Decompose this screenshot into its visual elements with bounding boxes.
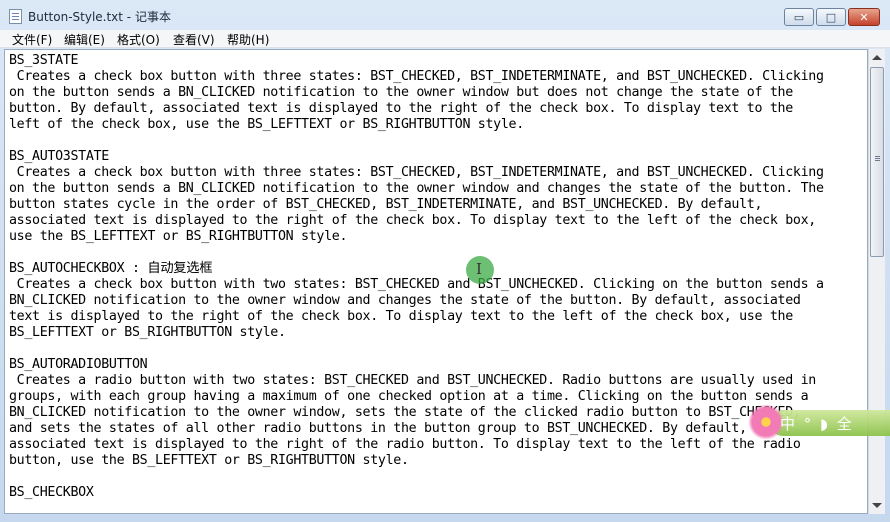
close-button[interactable]: ✕ (848, 8, 880, 26)
menu-edit[interactable]: 编辑(E) (62, 31, 107, 48)
ime-flower-icon[interactable] (748, 404, 784, 440)
notepad-icon[interactable] (9, 9, 22, 24)
menu-view[interactable]: 查看(V) (171, 31, 217, 48)
menu-file[interactable]: 文件(F) (10, 31, 54, 48)
maximize-button[interactable]: □ (816, 8, 846, 26)
menu-format[interactable]: 格式(O) (115, 31, 162, 48)
notepad-window: Button-Style.txt - 记事本 ▭ □ ✕ 文件(F) 编辑(E)… (0, 0, 890, 522)
menu-help[interactable]: 帮助(H) (225, 31, 271, 48)
document-text[interactable]: BS_3STATE Creates a check box button wit… (9, 53, 824, 501)
menu-bar: 文件(F) 编辑(E) 格式(O) 查看(V) 帮助(H) (0, 30, 890, 48)
scroll-down-icon[interactable] (872, 503, 882, 508)
close-icon: ✕ (859, 10, 869, 24)
grip-icon (875, 156, 880, 157)
title-bar[interactable]: Button-Style.txt - 记事本 ▭ □ ✕ (0, 0, 890, 30)
ime-status-text[interactable]: 中 ° ◗ 全 (780, 413, 854, 434)
scroll-up-icon[interactable] (872, 55, 882, 60)
minimize-button[interactable]: ▭ (784, 8, 814, 26)
text-cursor-icon (466, 256, 494, 284)
scroll-thumb[interactable] (870, 67, 884, 257)
ime-toolbar[interactable]: 中 ° ◗ 全 (748, 404, 890, 440)
window-title: Button-Style.txt - 记事本 (28, 10, 171, 24)
text-editor[interactable]: BS_3STATE Creates a check box button wit… (4, 49, 868, 514)
maximize-icon: □ (825, 10, 837, 24)
vertical-scrollbar[interactable] (868, 49, 885, 514)
minimize-icon: ▭ (793, 10, 805, 24)
